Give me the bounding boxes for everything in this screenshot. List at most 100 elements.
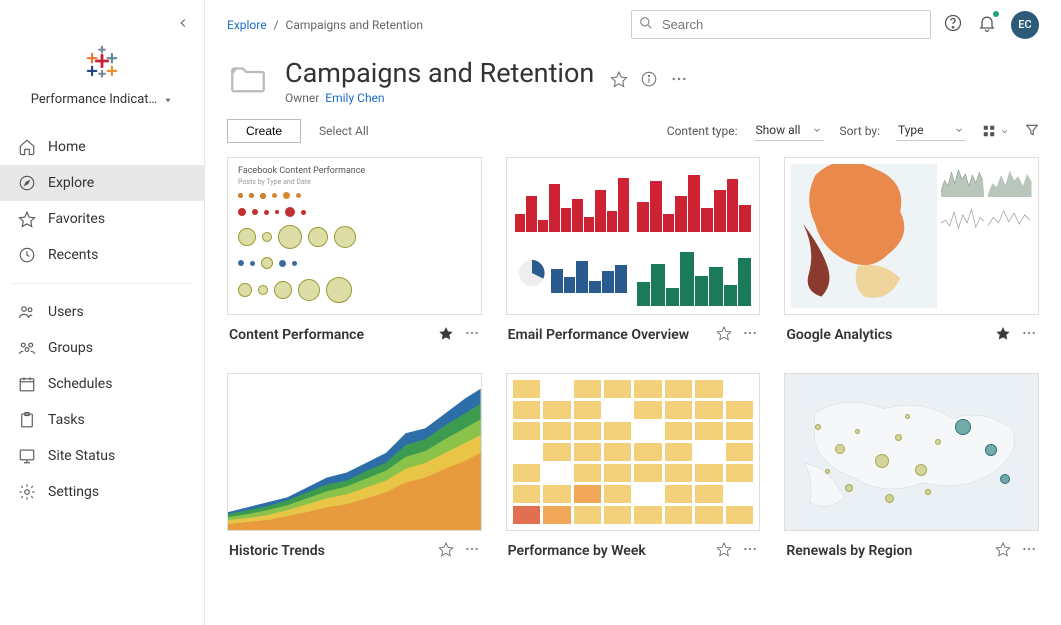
breadcrumb-root[interactable]: Explore bbox=[227, 18, 267, 32]
info-icon bbox=[640, 70, 658, 88]
favorite-toggle[interactable] bbox=[438, 541, 454, 561]
calendar-icon bbox=[18, 375, 36, 393]
thumb-title: Facebook Content Performance bbox=[238, 166, 471, 176]
topbar: Explore / Campaigns and Retention EC bbox=[205, 0, 1061, 43]
favorite-page-button[interactable] bbox=[610, 70, 628, 92]
card-more-button[interactable] bbox=[742, 541, 758, 561]
nav-item-home[interactable]: Home bbox=[0, 129, 204, 165]
clock-icon bbox=[18, 246, 36, 264]
content-type-label: Content type: bbox=[667, 124, 738, 138]
gear-icon bbox=[18, 483, 36, 501]
card-title: Historic Trends bbox=[229, 543, 438, 559]
breadcrumb: Explore / Campaigns and Retention bbox=[227, 18, 423, 32]
select-all-button[interactable]: Select All bbox=[319, 124, 369, 138]
chevron-down-icon bbox=[954, 125, 964, 135]
star-filled-icon bbox=[995, 325, 1011, 341]
star-filled-icon bbox=[438, 325, 454, 341]
owner-link[interactable]: Emily Chen bbox=[325, 91, 384, 105]
more-horizontal-icon bbox=[464, 325, 480, 341]
nav-label: Home bbox=[48, 139, 86, 155]
nav-item-recents[interactable]: Recents bbox=[0, 237, 204, 273]
nav-item-site-status[interactable]: Site Status bbox=[0, 438, 204, 474]
card-more-button[interactable] bbox=[464, 325, 480, 345]
info-button[interactable] bbox=[640, 70, 658, 92]
nav-label: Groups bbox=[48, 340, 93, 356]
card-more-button[interactable] bbox=[464, 541, 480, 561]
nav-label: Users bbox=[48, 304, 84, 320]
star-outline-icon bbox=[995, 541, 1011, 557]
card-historic-trends[interactable]: Historic Trends bbox=[227, 373, 482, 561]
nav-item-users[interactable]: Users bbox=[0, 294, 204, 330]
favorite-toggle[interactable] bbox=[438, 325, 454, 345]
content-type-dropdown[interactable]: Show all bbox=[754, 121, 824, 141]
favorite-toggle[interactable] bbox=[716, 541, 732, 561]
card-title: Email Performance Overview bbox=[508, 327, 717, 343]
chevron-left-icon bbox=[176, 16, 190, 30]
card-more-button[interactable] bbox=[1021, 541, 1037, 561]
app-logo bbox=[0, 34, 204, 84]
nav-item-explore[interactable]: Explore bbox=[0, 165, 204, 201]
star-outline-icon bbox=[438, 541, 454, 557]
favorite-toggle[interactable] bbox=[716, 325, 732, 345]
star-icon bbox=[18, 210, 36, 228]
card-title: Content Performance bbox=[229, 327, 438, 343]
nav-divider bbox=[12, 283, 192, 284]
card-google-analytics[interactable]: Google Analytics bbox=[784, 157, 1039, 345]
card-title: Renewals by Region bbox=[786, 543, 995, 559]
chevron-down-icon bbox=[812, 125, 822, 135]
nav-label: Recents bbox=[48, 247, 98, 263]
search-icon bbox=[639, 16, 653, 34]
caret-down-icon bbox=[163, 95, 173, 105]
card-performance-by-week[interactable]: Performance by Week bbox=[506, 373, 761, 561]
card-content-performance[interactable]: Facebook Content Performance Posts by Ty… bbox=[227, 157, 482, 345]
nav: Home Explore Favorites Recents Users Gro… bbox=[0, 123, 204, 510]
clipboard-icon bbox=[18, 411, 36, 429]
view-mode-button[interactable] bbox=[982, 124, 1009, 138]
nav-item-schedules[interactable]: Schedules bbox=[0, 366, 204, 402]
star-outline-icon bbox=[716, 325, 732, 341]
nav-label: Site Status bbox=[48, 448, 115, 464]
site-selector[interactable]: Performance Indicat… bbox=[0, 84, 204, 123]
nav-item-favorites[interactable]: Favorites bbox=[0, 201, 204, 237]
toolbar: Create Select All Content type: Show all… bbox=[205, 115, 1061, 153]
filter-button[interactable] bbox=[1025, 123, 1039, 140]
breadcrumb-current: Campaigns and Retention bbox=[286, 18, 423, 32]
notifications-button[interactable] bbox=[977, 13, 997, 37]
avatar[interactable]: EC bbox=[1011, 11, 1039, 39]
favorite-toggle[interactable] bbox=[995, 325, 1011, 345]
card-thumb bbox=[506, 373, 761, 531]
nav-item-tasks[interactable]: Tasks bbox=[0, 402, 204, 438]
card-thumb bbox=[227, 373, 482, 531]
nav-item-groups[interactable]: Groups bbox=[0, 330, 204, 366]
more-horizontal-icon bbox=[1021, 541, 1037, 557]
nav-label: Settings bbox=[48, 484, 99, 500]
card-email-performance[interactable]: Email Performance Overview bbox=[506, 157, 761, 345]
content-grid: Facebook Content Performance Posts by Ty… bbox=[227, 157, 1039, 561]
top-icons: EC bbox=[943, 11, 1039, 39]
card-thumb bbox=[784, 373, 1039, 531]
nav-item-settings[interactable]: Settings bbox=[0, 474, 204, 510]
help-button[interactable] bbox=[943, 13, 963, 37]
sort-by-value: Type bbox=[898, 123, 948, 137]
users-icon bbox=[18, 303, 36, 321]
sidebar-collapse-button[interactable] bbox=[176, 10, 204, 34]
more-horizontal-icon bbox=[742, 325, 758, 341]
nav-label: Tasks bbox=[48, 412, 85, 428]
folder-icon bbox=[227, 58, 269, 104]
favorite-toggle[interactable] bbox=[995, 541, 1011, 561]
star-outline-icon bbox=[610, 70, 628, 88]
create-button[interactable]: Create bbox=[227, 119, 301, 143]
card-more-button[interactable] bbox=[1021, 325, 1037, 345]
card-thumb: Facebook Content Performance Posts by Ty… bbox=[227, 157, 482, 315]
home-icon bbox=[18, 138, 36, 156]
card-renewals-by-region[interactable]: Renewals by Region bbox=[784, 373, 1039, 561]
more-actions-button[interactable] bbox=[670, 70, 688, 92]
compass-icon bbox=[18, 174, 36, 192]
page-header: Campaigns and Retention Owner Emily Chen bbox=[205, 43, 1061, 115]
card-more-button[interactable] bbox=[742, 325, 758, 345]
sort-by-dropdown[interactable]: Type bbox=[896, 121, 966, 141]
header-text: Campaigns and Retention Owner Emily Chen bbox=[285, 57, 594, 105]
search-input[interactable] bbox=[631, 10, 931, 39]
content-type-value: Show all bbox=[756, 123, 806, 137]
monitor-icon bbox=[18, 447, 36, 465]
